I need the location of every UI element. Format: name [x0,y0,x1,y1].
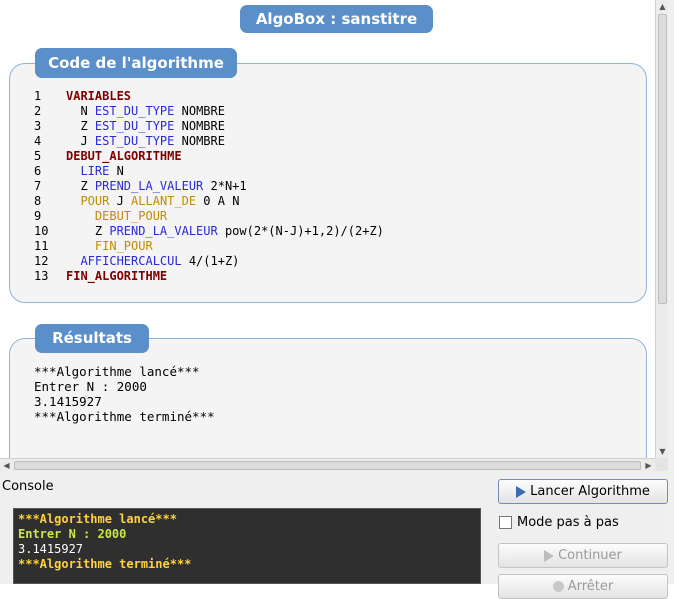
code-text: FIN_POUR [66,239,153,254]
run-algorithm-button[interactable]: Lancer Algorithme [498,479,668,504]
code-token: NOMBRE [174,119,225,133]
code-text: AFFICHERCALCUL 4/(1+Z) [66,254,239,269]
step-mode-label: Mode pas à pas [517,515,619,530]
window-edge [668,0,674,584]
console-output: ***Algorithme lancé*** Entrer N : 2000 3.1… [13,508,481,584]
code-text: FIN_ALGORITHME [66,269,167,284]
code-token: DEBUT_POUR [94,209,168,223]
results-panel [9,338,647,458]
code-text: DEBUT_POUR [66,209,167,224]
code-token: 2*N+1 [203,179,247,193]
line-number: 12 [34,254,49,268]
scroll-corner [655,458,668,471]
line-number: 7 [34,179,42,193]
line-number: 4 [34,134,42,148]
console-label: Console [2,479,54,494]
line-number: 1 [34,89,42,103]
line-number: 6 [34,164,42,178]
play-icon [516,485,527,498]
stop-icon [552,581,564,592]
code-token: FIN_POUR [94,239,153,253]
horizontal-scroll-thumb[interactable] [14,461,641,470]
continue-label: Continuer [558,548,622,563]
code-text: DEBUT_ALGORITHME [66,149,182,164]
code-section-title: Code de l'algorithme [35,48,237,78]
code-token: EST_DU_TYPE [94,119,175,133]
console-line: 3.1415927 [18,542,84,556]
code-token: PREND_LA_VALEUR [109,224,218,238]
result-line: Entrer N : 2000 [34,379,147,394]
vertical-scrollbar[interactable]: ▲ ▼ [655,0,669,458]
code-token: Z [80,119,95,133]
result-line: ***Algorithme terminé*** [34,409,215,424]
continue-button[interactable]: Continuer [498,543,668,568]
code-token: NOMBRE [174,134,225,148]
code-token: DEBUT_ALGORITHME [66,149,182,163]
code-token: ALLANT_DE [131,194,197,208]
play-icon [544,549,555,562]
code-token: AFFICHERCALCUL [80,254,182,268]
code-token: N [109,164,124,178]
code-text: LIRE N [66,164,124,179]
code-token: LIRE [80,164,110,178]
code-text: Z EST_DU_TYPE NOMBRE [66,119,225,134]
line-number: 11 [34,239,49,253]
code-token: J [109,194,132,208]
result-line: ***Algorithme lancé*** [34,364,200,379]
window-title: AlgoBox : sanstitre [240,5,433,33]
code-token: NOMBRE [174,104,225,118]
run-algorithm-label: Lancer Algorithme [530,484,650,499]
results-section-title: Résultats [35,324,149,353]
horizontal-scrollbar[interactable]: ◀ ▶ [0,458,655,472]
code-token: Z [94,224,110,238]
line-number: 13 [34,269,49,283]
line-number: 3 [34,119,42,133]
code-token: EST_DU_TYPE [94,104,175,118]
line-number: 10 [34,224,49,238]
result-line: 3.1415927 [34,394,102,409]
code-token: VARIABLES [66,89,132,103]
code-token: N [80,104,95,118]
code-token: POUR [80,194,110,208]
line-number: 8 [34,194,42,208]
code-text: POUR J ALLANT_DE 0 A N [66,194,239,209]
console-line: Entrer N : 2000 [18,527,127,541]
line-number: 5 [34,149,42,163]
console-line: ***Algorithme lancé*** [18,512,177,526]
code-token: pow(2*(N-J)+1,2)/(2+Z) [217,224,384,238]
code-text: N EST_DU_TYPE NOMBRE [66,104,225,119]
code-token: 0 A N [196,194,240,208]
line-number: 9 [34,209,42,223]
code-token: 4/(1+Z) [181,254,240,268]
line-number: 2 [34,104,42,118]
code-token: EST_DU_TYPE [94,134,175,148]
stop-button[interactable]: Arrêter [498,574,668,599]
code-text: J EST_DU_TYPE NOMBRE [66,134,225,149]
code-text: Z PREND_LA_VALEUR pow(2*(N-J)+1,2)/(2+Z) [66,224,384,239]
code-token: FIN_ALGORITHME [66,269,168,283]
code-token: Z [80,179,95,193]
step-mode-checkbox[interactable] [499,516,512,529]
vertical-scroll-thumb[interactable] [658,14,667,304]
console-line: ***Algorithme terminé*** [18,557,192,571]
stop-label: Arrêter [567,579,614,594]
code-text: VARIABLES [66,89,131,104]
algorithm-view: AlgoBox : sanstitre Code de l'algorithme… [0,0,655,458]
code-text: Z PREND_LA_VALEUR 2*N+1 [66,179,247,194]
code-token: PREND_LA_VALEUR [94,179,204,193]
code-token: J [80,134,95,148]
